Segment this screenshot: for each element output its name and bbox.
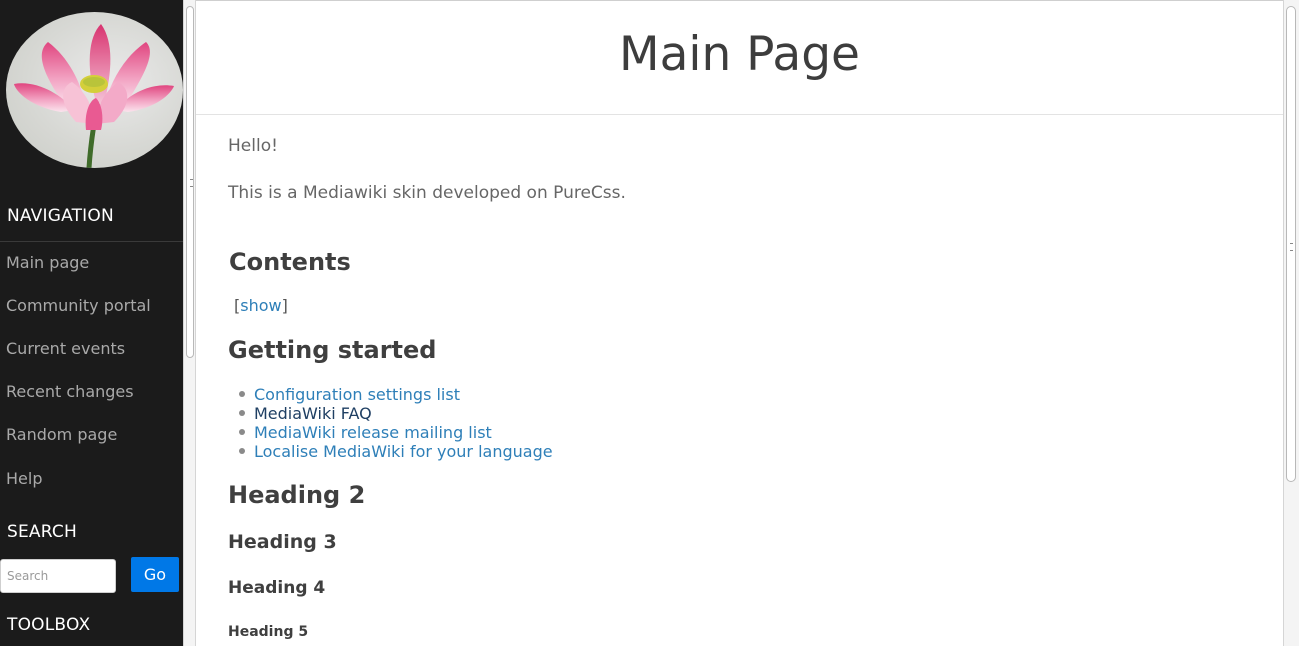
list-item: Configuration settings list xyxy=(239,385,553,404)
page-header: Main Page xyxy=(196,1,1283,115)
heading-5: Heading 5 xyxy=(228,624,309,640)
link-mediawiki-faq[interactable]: MediaWiki FAQ xyxy=(254,404,372,423)
bullet-icon xyxy=(239,409,245,416)
bullet-icon xyxy=(239,428,245,435)
sidebar-scrollbar-thumb[interactable] xyxy=(186,6,194,358)
bullet-icon xyxy=(239,390,245,397)
nav-item-recent-changes[interactable]: Recent changes xyxy=(6,382,151,425)
search-input[interactable] xyxy=(0,559,116,593)
heading-3: Heading 3 xyxy=(228,531,337,553)
go-button[interactable]: Go xyxy=(131,557,179,592)
list-item: MediaWiki release mailing list xyxy=(239,423,553,442)
page-scrollbar-thumb[interactable] xyxy=(1286,6,1296,482)
link-release-mailing-list[interactable]: MediaWiki release mailing list xyxy=(254,423,492,442)
heading-2: Heading 2 xyxy=(228,481,366,509)
toc-bracket-close: ] xyxy=(281,296,288,315)
toc-show-link[interactable]: show xyxy=(240,296,281,315)
scrollbar-grip-icon xyxy=(190,179,192,187)
lotus-logo[interactable] xyxy=(6,12,183,168)
lotus-flower-image xyxy=(14,24,174,168)
intro-hello: Hello! xyxy=(228,136,278,156)
sidebar-scrollbar[interactable] xyxy=(183,0,196,646)
link-configuration-settings[interactable]: Configuration settings list xyxy=(254,385,460,404)
search-heading: SEARCH xyxy=(7,522,77,542)
link-localise-mediawiki[interactable]: Localise MediaWiki for your language xyxy=(254,442,553,461)
navigation-divider xyxy=(0,241,183,242)
intro-description: This is a Mediawiki skin developed on Pu… xyxy=(228,183,626,203)
nav-item-help[interactable]: Help xyxy=(6,469,151,512)
nav-item-current-events[interactable]: Current events xyxy=(6,339,151,382)
navigation-list: Main page Community portal Current event… xyxy=(6,253,151,512)
toc-toggle: [show] xyxy=(234,296,288,315)
sidebar: NAVIGATION Main page Community portal Cu… xyxy=(0,0,183,646)
navigation-heading: NAVIGATION xyxy=(7,206,114,226)
nav-item-main-page[interactable]: Main page xyxy=(6,253,151,296)
getting-started-list: Configuration settings list MediaWiki FA… xyxy=(239,385,553,461)
toolbox-heading: TOOLBOX xyxy=(7,615,91,635)
scrollbar-grip-icon xyxy=(1290,243,1292,251)
page-title: Main Page xyxy=(619,27,860,82)
nav-item-community-portal[interactable]: Community portal xyxy=(6,296,151,339)
bullet-icon xyxy=(239,447,245,454)
list-item: MediaWiki FAQ xyxy=(239,404,553,423)
heading-4: Heading 4 xyxy=(228,578,326,598)
getting-started-heading: Getting started xyxy=(228,336,437,364)
list-item: Localise MediaWiki for your language xyxy=(239,442,553,461)
contents-heading: Contents xyxy=(229,248,351,276)
nav-item-random-page[interactable]: Random page xyxy=(6,425,151,468)
page-scrollbar[interactable] xyxy=(1283,0,1299,646)
